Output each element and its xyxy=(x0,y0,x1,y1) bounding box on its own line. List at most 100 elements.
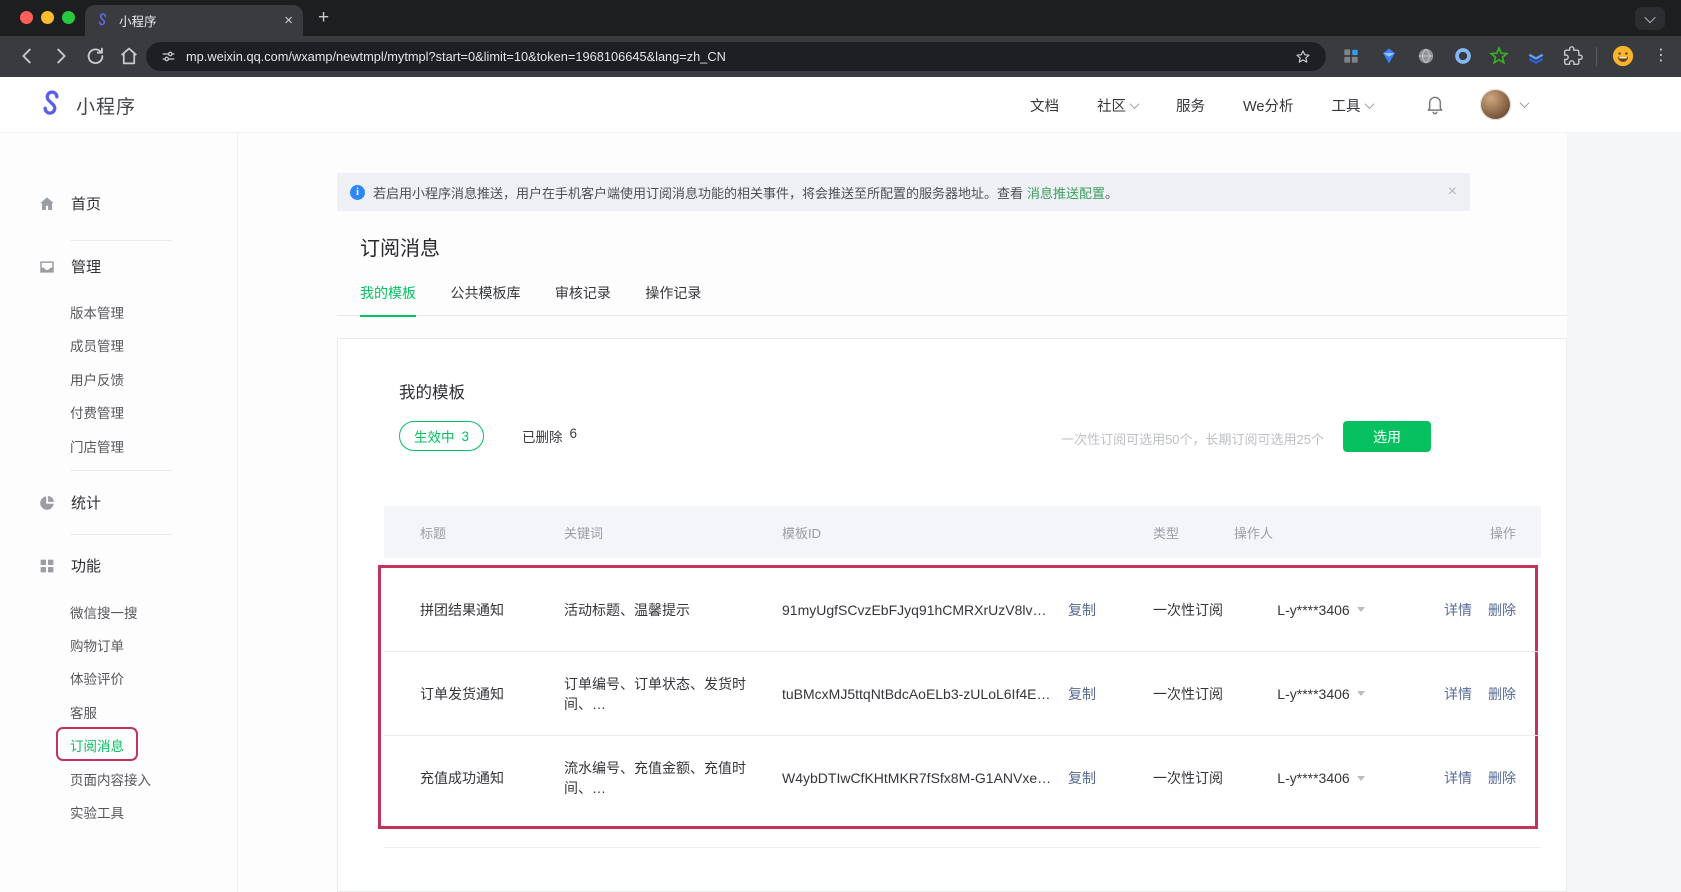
delete-link[interactable]: 删除 xyxy=(1488,768,1516,788)
active-filter-pill[interactable]: 生效中3 xyxy=(399,421,484,451)
inbox-icon xyxy=(38,258,56,276)
tab-public-template-library[interactable]: 公共模板库 xyxy=(450,283,520,315)
row-title: 充值成功通知 xyxy=(384,768,541,788)
col-template-id: 模板ID xyxy=(761,523,1141,542)
table-bottom-rule xyxy=(384,847,1541,848)
nav-tools[interactable]: 工具 xyxy=(1332,95,1373,116)
copy-link[interactable]: 复制 xyxy=(1068,768,1096,788)
sidebar-rule xyxy=(70,240,172,241)
reload-icon[interactable] xyxy=(84,45,106,67)
nav-docs[interactable]: 文档 xyxy=(1030,95,1059,116)
extension-layers-icon[interactable] xyxy=(1526,46,1546,66)
table-body: 拼团结果通知 活动标题、温馨提示 91myUgfSCvzEbFJyq91hCMR… xyxy=(384,568,1541,820)
sidebar-item-experience-review[interactable]: 体验评价 xyxy=(70,668,124,688)
back-icon[interactable] xyxy=(16,45,38,67)
section-title: 我的模板 xyxy=(399,379,465,403)
operator-dropdown-icon[interactable] xyxy=(1357,607,1365,612)
nav-we-analytics[interactable]: We分析 xyxy=(1243,95,1294,116)
row-operator: L-y****3406 xyxy=(1277,602,1349,618)
row-operator: L-y****3406 xyxy=(1277,686,1349,702)
tab-search-chevron-icon[interactable] xyxy=(1635,7,1665,30)
sidebar-item-payment[interactable]: 付费管理 xyxy=(70,402,124,422)
delete-link[interactable]: 删除 xyxy=(1488,684,1516,704)
extension-grid-icon[interactable] xyxy=(1341,46,1361,66)
row-template-id: 91myUgfSCvzEbFJyq91hCMRXrUzV8lv1-W1… xyxy=(782,602,1054,618)
home-icon[interactable] xyxy=(118,45,140,67)
address-bar[interactable]: mp.weixin.qq.com/wxamp/newtmpl/mytmpl?st… xyxy=(146,42,1326,71)
window-maximize-button[interactable] xyxy=(62,11,75,24)
delete-link[interactable]: 删除 xyxy=(1488,600,1516,620)
sidebar-group-management[interactable]: 管理 xyxy=(38,256,101,277)
browser-tab[interactable]: 小程序 × xyxy=(85,5,303,36)
notification-bell-icon[interactable] xyxy=(1424,93,1446,115)
nav-community[interactable]: 社区 xyxy=(1097,95,1138,116)
sidebar-item-home[interactable]: 首页 xyxy=(38,193,101,214)
tab-my-templates[interactable]: 我的模板 xyxy=(360,283,416,317)
sidebar-item-members[interactable]: 成员管理 xyxy=(70,335,124,355)
sidebar-item-feedback[interactable]: 用户反馈 xyxy=(70,369,124,389)
nav-services[interactable]: 服务 xyxy=(1176,95,1205,116)
page-tabs: 我的模板 公共模板库 审核记录 操作记录 xyxy=(337,283,1567,316)
favicon-icon xyxy=(95,13,110,28)
extension-gem-icon[interactable] xyxy=(1379,46,1399,66)
brand[interactable]: 小程序 xyxy=(36,90,136,120)
extension-star-icon[interactable] xyxy=(1489,46,1509,66)
page-content: 首页 管理 版本管理 成员管理 用户反馈 付费管理 门店管理 统计 功能 微信搜… xyxy=(0,133,1681,892)
detail-link[interactable]: 详情 xyxy=(1444,684,1472,704)
window-minimize-button[interactable] xyxy=(41,11,54,24)
sidebar-item-customer-service[interactable]: 客服 xyxy=(70,702,97,722)
detail-link[interactable]: 详情 xyxy=(1444,768,1472,788)
browser-tab-strip: 小程序 × + xyxy=(0,0,1681,36)
toolbar-divider xyxy=(1596,47,1597,66)
pie-chart-icon xyxy=(38,494,56,512)
select-button[interactable]: 选用 xyxy=(1343,421,1431,452)
bookmark-star-icon[interactable] xyxy=(1294,48,1312,66)
window-close-button[interactable] xyxy=(20,11,33,24)
my-templates-card: 我的模板 生效中3 已删除6 一次性订阅可选用50个，长期订阅可选用25个 选用… xyxy=(337,338,1567,892)
tab-operation-records[interactable]: 操作记录 xyxy=(645,283,701,315)
forward-icon[interactable] xyxy=(50,45,72,67)
sidebar-item-page-content[interactable]: 页面内容接入 xyxy=(70,769,151,789)
grid-icon xyxy=(38,557,56,575)
sidebar-group-statistics[interactable]: 统计 xyxy=(38,492,101,513)
copy-link[interactable]: 复制 xyxy=(1068,684,1096,704)
row-type: 一次性订阅 xyxy=(1141,684,1226,704)
detail-link[interactable]: 详情 xyxy=(1444,600,1472,620)
sidebar-item-stores[interactable]: 门店管理 xyxy=(70,436,124,456)
sidebar-item-version[interactable]: 版本管理 xyxy=(70,302,124,322)
banner-link[interactable]: 消息推送配置 xyxy=(1027,183,1105,202)
deleted-filter[interactable]: 已删除6 xyxy=(522,426,577,446)
top-navigation: 文档 社区 服务 We分析 工具 xyxy=(1030,77,1373,133)
sidebar-group-features[interactable]: 功能 xyxy=(38,555,101,576)
col-operator: 操作人 xyxy=(1226,523,1416,542)
account-chevron-icon[interactable] xyxy=(1520,98,1530,108)
tab-title: 小程序 xyxy=(119,11,275,30)
browser-menu-kebab-icon[interactable]: ⋮ xyxy=(1653,45,1669,67)
col-keywords: 关键词 xyxy=(541,523,761,542)
tab-close-icon[interactable]: × xyxy=(284,13,293,28)
table-header: 标题 关键词 模板ID 类型 操作人 操作 xyxy=(384,506,1541,558)
sidebar-item-experimental-tools[interactable]: 实验工具 xyxy=(70,802,124,822)
site-settings-icon[interactable] xyxy=(160,48,177,65)
user-avatar[interactable] xyxy=(1480,89,1511,120)
sidebar-item-wechat-search[interactable]: 微信搜一搜 xyxy=(70,602,138,622)
annotation-highlight-box xyxy=(56,727,138,761)
home-icon xyxy=(38,195,56,213)
banner-close-icon[interactable]: × xyxy=(1448,183,1457,201)
col-title: 标题 xyxy=(384,523,541,542)
operator-dropdown-icon[interactable] xyxy=(1357,691,1365,696)
row-type: 一次性订阅 xyxy=(1141,768,1226,788)
sidebar-item-shopping-orders[interactable]: 购物订单 xyxy=(70,635,124,655)
chevron-down-icon xyxy=(1364,99,1374,109)
operator-dropdown-icon[interactable] xyxy=(1357,776,1365,781)
tab-review-records[interactable]: 审核记录 xyxy=(555,283,611,315)
table-row: 订单发货通知 订单编号、订单状态、发货时间、… tuBMcxMJ5ttqNtBd… xyxy=(384,652,1541,736)
extension-globe-icon[interactable] xyxy=(1416,46,1436,66)
extension-ring-icon[interactable] xyxy=(1453,46,1473,66)
sidebar-rule xyxy=(70,534,172,535)
extensions-puzzle-icon[interactable] xyxy=(1563,46,1583,66)
copy-link[interactable]: 复制 xyxy=(1068,600,1096,620)
new-tab-button[interactable]: + xyxy=(318,8,329,27)
profile-avatar[interactable] xyxy=(1612,45,1632,65)
banner-suffix: 。 xyxy=(1105,183,1118,202)
